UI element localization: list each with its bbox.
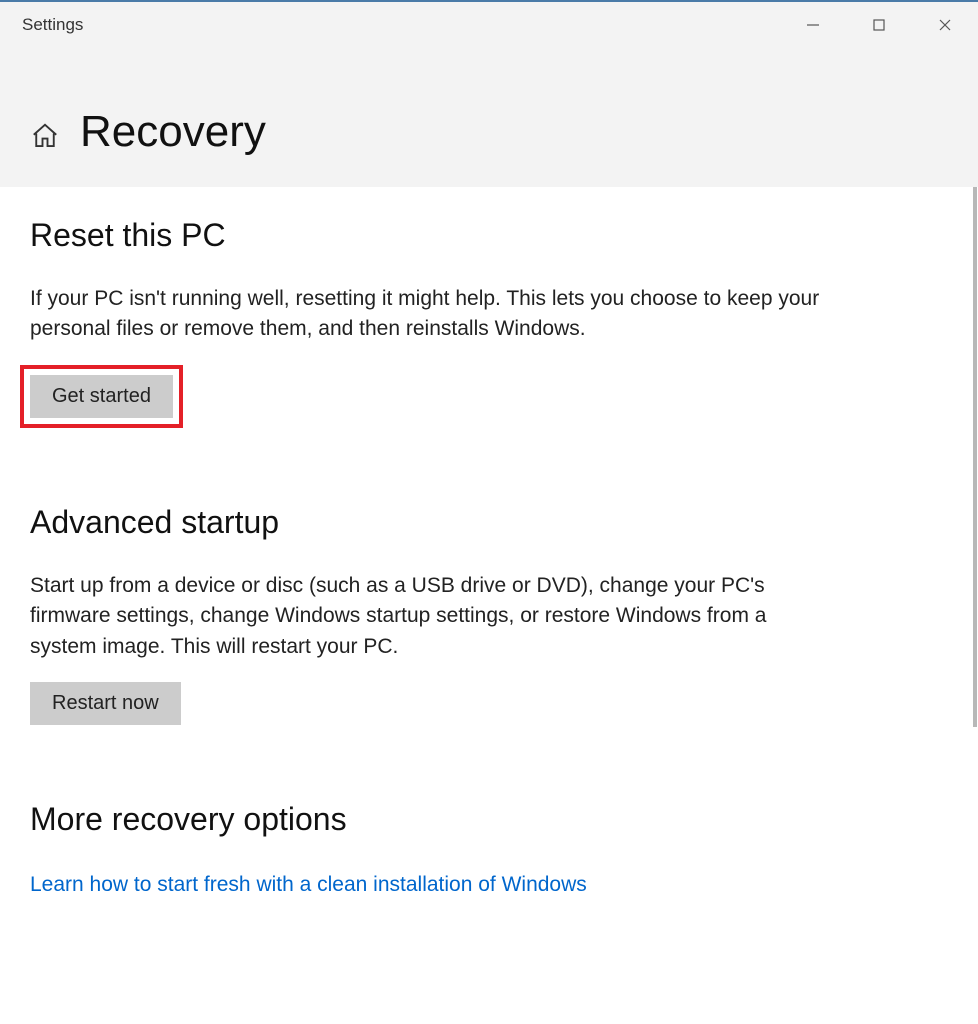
restart-now-button[interactable]: Restart now xyxy=(30,682,181,725)
highlight-annotation: Get started xyxy=(20,365,183,428)
reset-section: Reset this PC If your PC isn't running w… xyxy=(30,217,948,428)
scrollbar-thumb[interactable] xyxy=(973,187,977,727)
titlebar: Settings xyxy=(0,2,978,47)
advanced-description: Start up from a device or disc (such as … xyxy=(30,571,820,662)
close-icon xyxy=(938,18,952,32)
window-controls xyxy=(780,2,978,47)
minimize-button[interactable] xyxy=(780,2,846,47)
maximize-button[interactable] xyxy=(846,2,912,47)
page-title: Recovery xyxy=(80,107,266,157)
fresh-install-link[interactable]: Learn how to start fresh with a clean in… xyxy=(30,873,587,896)
page-header: Recovery xyxy=(0,47,978,187)
maximize-icon xyxy=(872,18,886,32)
get-started-button[interactable]: Get started xyxy=(30,375,173,418)
minimize-icon xyxy=(806,18,820,32)
reset-heading: Reset this PC xyxy=(30,217,948,254)
home-icon[interactable] xyxy=(30,121,60,151)
advanced-heading: Advanced startup xyxy=(30,504,948,541)
reset-description: If your PC isn't running well, resetting… xyxy=(30,284,820,345)
content-area: Reset this PC If your PC isn't running w… xyxy=(0,187,978,1016)
more-heading: More recovery options xyxy=(30,801,948,838)
close-button[interactable] xyxy=(912,2,978,47)
advanced-startup-section: Advanced startup Start up from a device … xyxy=(30,504,948,725)
more-recovery-section: More recovery options Learn how to start… xyxy=(30,801,948,897)
window-title: Settings xyxy=(22,15,83,35)
